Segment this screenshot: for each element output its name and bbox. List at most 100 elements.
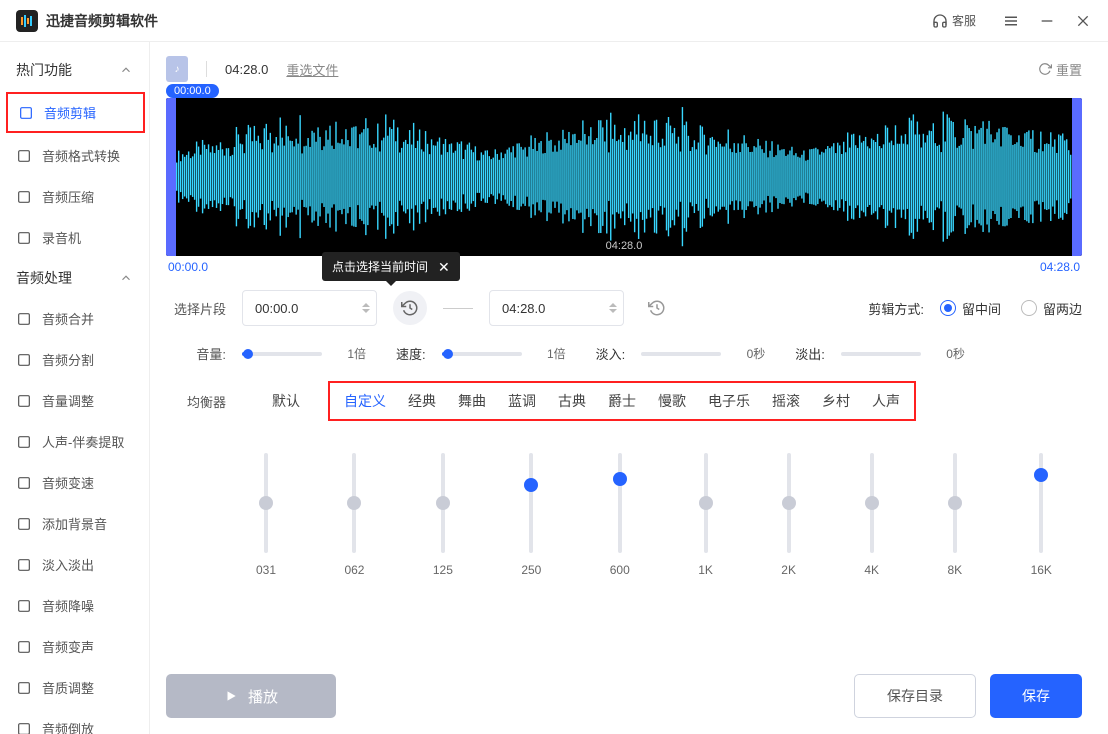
sidebar-item-label: 音频分割 xyxy=(42,350,94,369)
eq-tab[interactable]: 电子乐 xyxy=(708,391,750,411)
sidebar-item-icon xyxy=(16,434,32,450)
segment-end-input[interactable]: 04:28.0 xyxy=(489,290,624,326)
sidebar-item-icon xyxy=(16,680,32,696)
spin-down-icon[interactable] xyxy=(609,309,617,317)
sidebar-item-proc-4[interactable]: 音频变速 xyxy=(0,462,149,503)
eq-band-slider[interactable] xyxy=(264,453,268,553)
sidebar-item-label: 音质调整 xyxy=(42,678,94,697)
menu-icon[interactable] xyxy=(1002,12,1020,30)
eq-tab[interactable]: 经典 xyxy=(408,391,436,411)
sidebar-item-label: 音频压缩 xyxy=(42,187,94,206)
eq-tab[interactable]: 慢歌 xyxy=(658,391,686,411)
eq-tab[interactable]: 蓝调 xyxy=(508,391,536,411)
spin-up-icon[interactable] xyxy=(609,299,617,307)
eq-band-label: 600 xyxy=(610,563,630,577)
eq-band-slider[interactable] xyxy=(618,453,622,553)
eq-band-slider[interactable] xyxy=(704,453,708,553)
sidebar-item-icon xyxy=(16,393,32,409)
save-directory-button[interactable]: 保存目录 xyxy=(854,674,976,718)
sidebar-item-proc-1[interactable]: 音频分割 xyxy=(0,339,149,380)
sidebar-item-2[interactable]: 音频压缩 xyxy=(0,176,149,217)
eq-band-label: 250 xyxy=(521,563,541,577)
eq-band-label: 062 xyxy=(344,563,364,577)
sidebar-item-proc-8[interactable]: 音频变声 xyxy=(0,626,149,667)
play-button[interactable]: 播放 xyxy=(166,674,336,718)
sidebar-item-label: 淡入淡出 xyxy=(42,555,94,574)
eq-band-label: 1K xyxy=(698,563,713,577)
eq-band-slider[interactable] xyxy=(441,453,445,553)
eq-band-slider[interactable] xyxy=(953,453,957,553)
reselect-file-link[interactable]: 重选文件 xyxy=(286,60,338,79)
minimize-icon[interactable] xyxy=(1038,12,1056,30)
sidebar-item-label: 添加背景音 xyxy=(42,514,107,533)
eq-band-slider[interactable] xyxy=(1039,453,1043,553)
sidebar-item-0[interactable]: 音频剪辑 xyxy=(6,92,145,133)
title-bar: 迅捷音频剪辑软件 客服 xyxy=(0,0,1108,42)
eq-band-slider[interactable] xyxy=(870,453,874,553)
sidebar-item-3[interactable]: 录音机 xyxy=(0,217,149,258)
sidebar-item-proc-5[interactable]: 添加背景音 xyxy=(0,503,149,544)
sidebar-group-processing[interactable]: 音频处理 xyxy=(0,258,149,298)
fadeout-label: 淡出: xyxy=(795,344,825,363)
sidebar-item-label: 人声-伴奏提取 xyxy=(42,432,124,451)
sidebar-item-proc-7[interactable]: 音频降噪 xyxy=(0,585,149,626)
support-button[interactable]: 客服 xyxy=(932,12,976,29)
sidebar-item-proc-6[interactable]: 淡入淡出 xyxy=(0,544,149,585)
eq-band: 125 xyxy=(433,453,453,577)
sidebar-item-icon xyxy=(16,230,32,246)
edit-mode-label: 剪辑方式: xyxy=(868,299,924,318)
sidebar-item-proc-0[interactable]: 音频合并 xyxy=(0,298,149,339)
sidebar-item-icon xyxy=(16,311,32,327)
tooltip-close-icon[interactable]: ✕ xyxy=(438,260,450,274)
sidebar-item-label: 音频降噪 xyxy=(42,596,94,615)
eq-band: 031 xyxy=(256,453,276,577)
sidebar-item-proc-9[interactable]: 音质调整 xyxy=(0,667,149,708)
fadein-slider[interactable]: 0秒 xyxy=(641,345,765,362)
pick-current-time-end-button[interactable] xyxy=(640,291,674,325)
spin-down-icon[interactable] xyxy=(362,309,370,317)
fadeout-slider[interactable]: 0秒 xyxy=(841,345,965,362)
radio-keep-sides[interactable]: 留两边 xyxy=(1021,299,1082,318)
sidebar-item-proc-2[interactable]: 音量调整 xyxy=(0,380,149,421)
eq-tab[interactable]: 摇滚 xyxy=(772,391,800,411)
eq-band-slider[interactable] xyxy=(787,453,791,553)
waveform-end-time: 04:28.0 xyxy=(1040,260,1080,274)
audio-file-icon: ♪ xyxy=(166,56,188,82)
reset-button[interactable]: 重置 xyxy=(1038,60,1082,79)
waveform-handle-right[interactable] xyxy=(1072,98,1082,256)
eq-tab[interactable]: 古典 xyxy=(558,391,586,411)
eq-band: 600 xyxy=(610,453,630,577)
sidebar-item-1[interactable]: 音频格式转换 xyxy=(0,135,149,176)
equalizer-presets: 自定义 经典 舞曲 蓝调 古典 爵士 慢歌 电子乐 摇滚 乡村 人声 xyxy=(328,381,916,421)
eq-band: 1K xyxy=(698,453,713,577)
bottom-action-bar: 播放 保存目录 保存 xyxy=(160,662,1088,718)
sidebar-group-hot[interactable]: 热门功能 xyxy=(0,50,149,90)
save-button[interactable]: 保存 xyxy=(990,674,1082,718)
eq-tab[interactable]: 自定义 xyxy=(344,391,386,411)
volume-slider[interactable]: 1倍 xyxy=(242,345,366,362)
eq-tab[interactable]: 乡村 xyxy=(822,391,850,411)
sidebar-item-label: 音频格式转换 xyxy=(42,146,120,165)
spin-up-icon[interactable] xyxy=(362,299,370,307)
equalizer-bands: 0310621252506001K2K4K8K16K xyxy=(166,439,1082,577)
equalizer-row: 均衡器 默认 自定义经典舞曲蓝调古典爵士慢歌电子乐摇滚乡村人声 xyxy=(166,381,1082,421)
sidebar-item-icon xyxy=(16,721,32,734)
pick-current-time-start-button[interactable] xyxy=(393,291,427,325)
eq-band-slider[interactable] xyxy=(352,453,356,553)
eq-band-label: 2K xyxy=(781,563,796,577)
file-info-row: ♪ 04:28.0 重选文件 重置 xyxy=(160,42,1088,92)
radio-keep-middle[interactable]: 留中间 xyxy=(940,299,1001,318)
sidebar-item-proc-3[interactable]: 人声-伴奏提取 xyxy=(0,421,149,462)
eq-band-slider[interactable] xyxy=(529,453,533,553)
segment-start-input[interactable]: 00:00.0 xyxy=(242,290,377,326)
eq-tab[interactable]: 人声 xyxy=(872,391,900,411)
eq-tab[interactable]: 爵士 xyxy=(608,391,636,411)
waveform[interactable]: 04:28.0 xyxy=(166,98,1082,256)
sidebar-item-proc-10[interactable]: 音频倒放 xyxy=(0,708,149,734)
close-icon[interactable] xyxy=(1074,12,1092,30)
eq-tab-default[interactable]: 默认 xyxy=(272,391,300,411)
eq-tab[interactable]: 舞曲 xyxy=(458,391,486,411)
waveform-handle-left[interactable] xyxy=(166,98,176,256)
speed-slider[interactable]: 1倍 xyxy=(442,345,566,362)
eq-band: 8K xyxy=(947,453,962,577)
